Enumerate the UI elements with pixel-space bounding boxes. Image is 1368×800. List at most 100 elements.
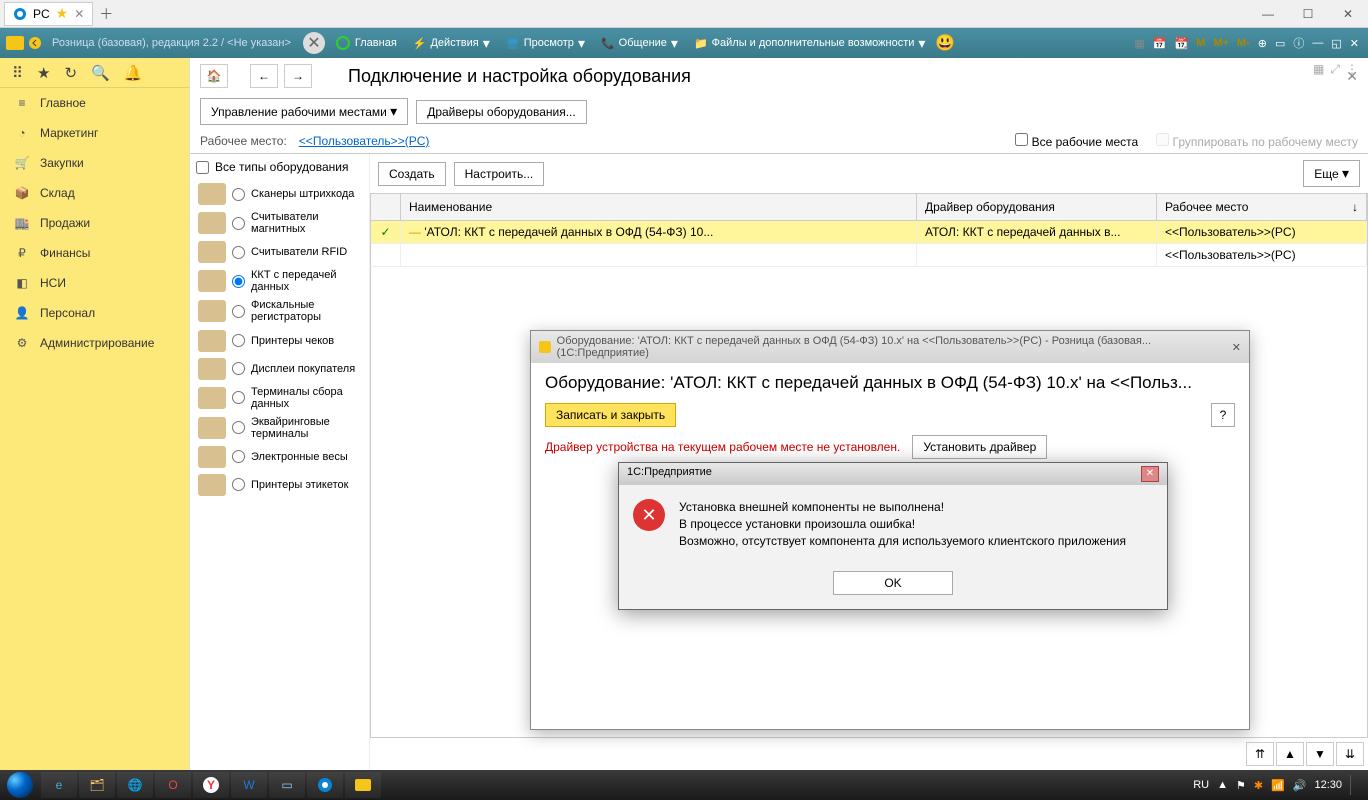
dialog-close-icon[interactable]: ✕ [1232,341,1241,354]
equipment-type-item[interactable]: Считыватели RFID [196,238,363,266]
mminus-icon[interactable]: M- [1234,37,1253,49]
equipment-type-radio[interactable] [232,478,245,491]
taskbar-opera-icon[interactable]: O [155,772,191,798]
more-button[interactable]: Еще ▾ [1303,160,1360,187]
forward-button[interactable]: → [284,64,312,88]
home-button[interactable]: 🏠 [200,64,228,88]
browser-tab[interactable]: PC ★ ✕ [4,2,93,26]
col-driver[interactable]: Драйвер оборудования [917,194,1157,220]
nav-finance[interactable]: ₽Финансы [0,238,189,268]
ok-button[interactable]: OK [833,571,953,595]
info-icon[interactable]: ⓘ [1290,35,1307,51]
doc-close-icon[interactable]: ✕ [303,32,325,54]
equipment-type-radio[interactable] [232,391,245,404]
window-close[interactable]: ✕ [1328,0,1368,28]
equipment-type-radio[interactable] [232,188,245,201]
calendar2-icon[interactable]: 📆 [1171,37,1191,50]
start-button[interactable] [0,770,40,800]
back-button[interactable]: ← [250,64,278,88]
new-tab-button[interactable]: ＋ [99,4,113,24]
equipment-type-item[interactable]: Дисплеи покупателя [196,355,363,383]
install-driver-button[interactable]: Установить драйвер [912,435,1047,459]
manage-workplaces-button[interactable]: Управление рабочими местами ▾ [200,98,408,125]
reload-icon[interactable]: ↻ [64,64,77,82]
equipment-type-radio[interactable] [232,362,245,375]
toolbar-chat[interactable]: 📞Общение▾ [595,35,684,52]
equipment-type-item[interactable]: Сканеры штрихкода [196,180,363,208]
equipment-type-item[interactable]: Эквайринговые терминалы [196,413,363,443]
taskbar-ie-icon[interactable]: e [41,772,77,798]
nav-sales[interactable]: 🏬Продажи [0,208,189,238]
toolbar-view[interactable]: 🖥Просмотр▾ [500,35,591,52]
taskbar-explorer-icon[interactable]: 🗂 [79,772,115,798]
equipment-type-item[interactable]: ККТ с передачей данных [196,266,363,296]
calendar-icon[interactable]: 📅 [1150,37,1170,50]
nav-purchases[interactable]: 🛒Закупки [0,148,189,178]
taskbar-1c-icon[interactable] [345,772,381,798]
expand-icon[interactable]: ⤢ [1330,62,1340,77]
nav-personnel[interactable]: 👤Персонал [0,298,189,328]
tab-close-icon[interactable]: ✕ [74,7,84,21]
nav-admin[interactable]: ⚙Администрирование [0,328,189,358]
tray-network-icon[interactable]: 📶 [1271,779,1285,792]
restore-icon[interactable]: ◱ [1328,37,1344,50]
tray-lang[interactable]: RU [1193,779,1209,791]
workplace-link[interactable]: <<Пользователь>>(PC) [299,134,430,148]
create-button[interactable]: Создать [378,162,446,186]
zoom-in-icon[interactable]: ⊕ [1255,37,1270,50]
mplus-icon[interactable]: M+ [1210,37,1232,49]
smiley-icon[interactable]: 😃 [935,33,955,53]
options-icon[interactable]: ⋮ [1346,62,1358,77]
taskbar-word-icon[interactable]: W [231,772,267,798]
equipment-type-radio[interactable] [232,450,245,463]
taskbar-yandex-icon[interactable]: Y [193,772,229,798]
equipment-type-radio[interactable] [232,334,245,347]
window-minimize[interactable]: — [1248,0,1288,28]
nav-warehouse[interactable]: 📦Склад [0,178,189,208]
equipment-type-radio[interactable] [232,217,245,230]
equipment-type-item[interactable]: Электронные весы [196,443,363,471]
m-icon[interactable]: M [1193,37,1208,49]
minimize2-icon[interactable]: — [1309,37,1326,49]
nav-nsi[interactable]: ◧НСИ [0,268,189,298]
star-icon[interactable]: ★ [56,5,69,22]
all-workplaces-checkbox[interactable]: Все рабочие места [1015,133,1138,149]
configure-button[interactable]: Настроить... [454,162,545,186]
equipment-type-item[interactable]: Считыватели магнитных [196,208,363,238]
taskbar-teamviewer-icon[interactable] [307,772,343,798]
tray-av-icon[interactable]: ✱ [1254,779,1263,792]
toolbar-actions[interactable]: ⚡Действия▾ [407,35,496,52]
grid-up-icon[interactable]: ▲ [1276,742,1304,766]
table-row[interactable]: ✓— 'АТОЛ: ККТ с передачей данных в ОФД (… [370,221,1368,244]
error-dialog-close-icon[interactable]: ✕ [1141,466,1159,482]
star-nav-icon[interactable]: ★ [37,64,50,82]
toolbar-main[interactable]: Главная [329,35,403,51]
tray-shield-icon[interactable]: ⚑ [1236,779,1246,792]
tray-sound-icon[interactable]: 🔊 [1293,779,1307,792]
search-icon[interactable]: 🔍 [91,64,110,82]
taskbar-app1-icon[interactable]: ▭ [269,772,305,798]
grid-last-icon[interactable]: ⇊ [1336,742,1364,766]
col-workplace[interactable]: Рабочее место↓ [1157,194,1367,220]
save-and-close-button[interactable]: Записать и закрыть [545,403,676,427]
window-maximize[interactable]: ☐ [1288,0,1328,28]
grid-first-icon[interactable]: ⇈ [1246,742,1274,766]
equipment-type-radio[interactable] [232,305,245,318]
window-icon[interactable]: ▭ [1272,37,1288,50]
equipment-type-radio[interactable] [232,246,245,259]
toolbar-files[interactable]: 📁Файлы и дополнительные возможности▾ [688,35,931,52]
layout-grid-icon[interactable]: ▦ [1313,62,1324,77]
equipment-type-radio[interactable] [232,421,245,434]
nav-main[interactable]: ≡Главное [0,88,189,118]
equipment-type-item[interactable]: Фискальные регистраторы [196,296,363,326]
grid-down-icon[interactable]: ▼ [1306,742,1334,766]
equipment-type-radio[interactable] [232,275,245,288]
bell-icon[interactable]: 🔔 [124,64,143,82]
nav-back-icon[interactable] [28,36,42,50]
equipment-type-item[interactable]: Терминалы сбора данных [196,383,363,413]
table-row[interactable]: <<Пользователь>>(PC) [370,244,1368,267]
help-button[interactable]: ? [1211,403,1235,427]
taskbar-chrome-icon[interactable]: 🌐 [117,772,153,798]
show-desktop[interactable] [1350,775,1358,795]
equipment-type-item[interactable]: Принтеры этикеток [196,471,363,499]
